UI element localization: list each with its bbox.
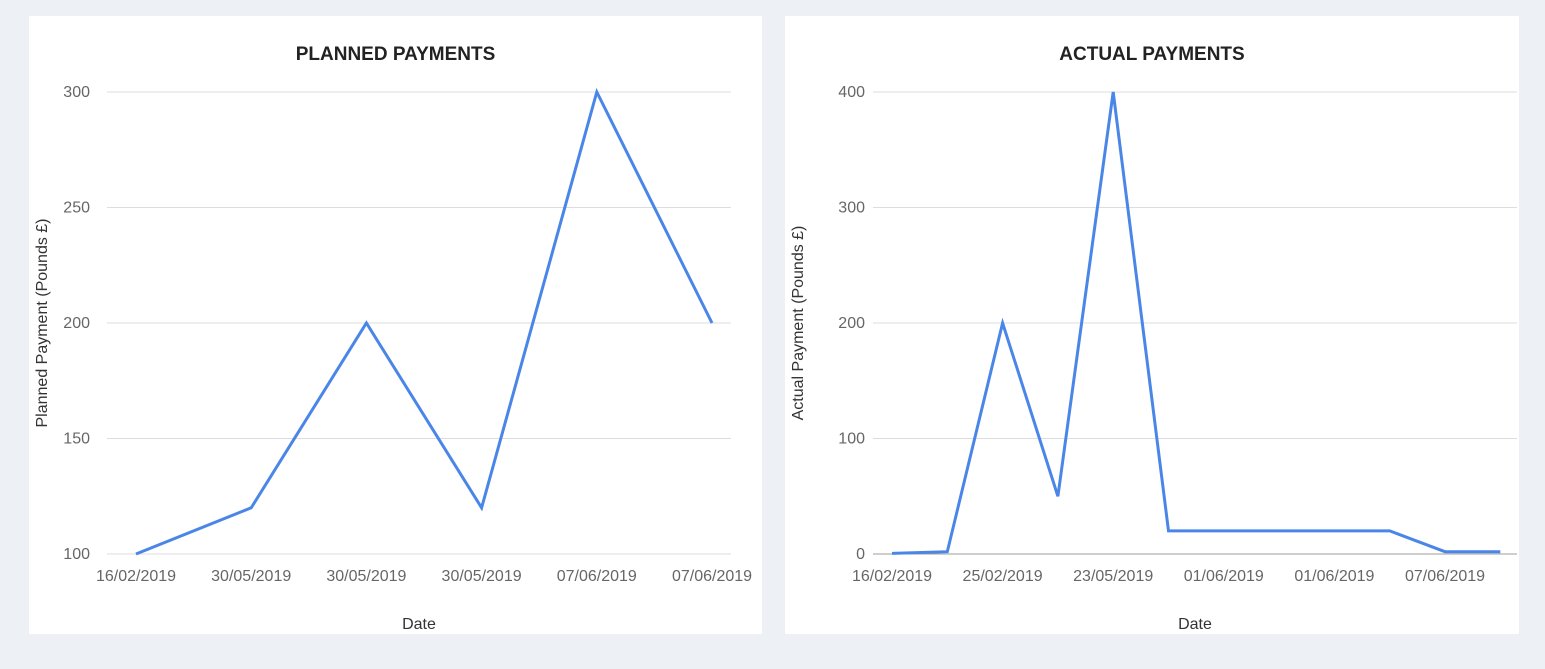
actual-payments-chart: 0 100 200 300 400 16/02/2019 25/02/2019 23/05/2… [790, 84, 1517, 633]
x-axis-label: Date [1178, 616, 1212, 633]
x-tick-label: 07/06/2019 [557, 568, 637, 585]
y-tick-label: 200 [63, 315, 90, 332]
y-tick-label: 0 [856, 546, 865, 563]
y-tick-label: 150 [63, 431, 90, 448]
actual-payments-panel: ACTUAL PAYMENTS 0 100 200 300 400 16/02/2019 2… [785, 16, 1519, 634]
y-tick-label: 300 [838, 200, 865, 217]
x-tick-label: 25/02/2019 [963, 568, 1043, 585]
y-tick-label: 400 [838, 84, 865, 101]
y-tick-label: 100 [838, 431, 865, 448]
x-tick-label: 30/05/2019 [326, 568, 406, 585]
x-tick-label: 07/06/2019 [672, 568, 752, 585]
x-tick-label: 30/05/2019 [211, 568, 291, 585]
planned-payments-chart: 100 150 200 250 300 16/02/2019 30/05/2019 30/05… [34, 84, 752, 633]
x-tick-label: 30/05/2019 [442, 568, 522, 585]
y-tick-label: 250 [63, 200, 90, 217]
y-tick-label: 300 [63, 84, 90, 101]
x-tick-label: 23/05/2019 [1073, 568, 1153, 585]
y-axis-label: Planned Payment (Pounds £) [34, 218, 51, 427]
x-tick-label: 16/02/2019 [96, 568, 176, 585]
planned-payments-panel: PLANNED PAYMENTS 100 150 200 250 300 16/02/20… [29, 16, 762, 634]
x-axis-label: Date [402, 616, 436, 633]
y-tick-label: 200 [838, 315, 865, 332]
x-tick-label: 07/06/2019 [1405, 568, 1485, 585]
x-tick-label: 01/06/2019 [1184, 568, 1264, 585]
x-tick-label: 16/02/2019 [852, 568, 932, 585]
x-tick-label: 01/06/2019 [1294, 568, 1374, 585]
y-axis-label: Actual Payment (Pounds £) [790, 226, 807, 421]
y-tick-label: 100 [63, 546, 90, 563]
